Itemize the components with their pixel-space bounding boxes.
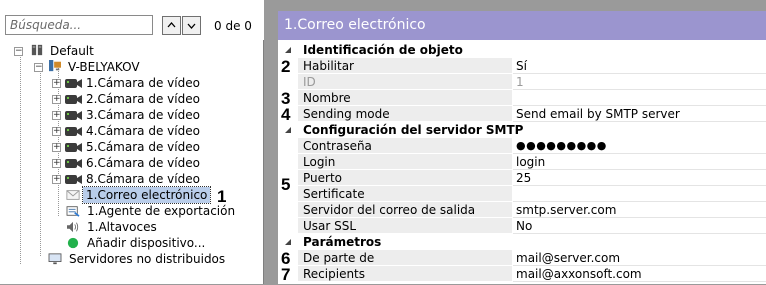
expand-toggle[interactable]: + <box>52 95 61 104</box>
computer-icon <box>49 60 61 72</box>
group-label: Parámetros <box>298 234 766 250</box>
tree-label: 6.Cámara de vídeo <box>86 156 200 170</box>
property-name: Puerto <box>298 170 512 186</box>
group-parameters[interactable]: Parámetros <box>278 234 766 250</box>
collapse-toggle[interactable]: − <box>34 63 43 72</box>
property-name: Habilitar <box>298 58 512 74</box>
property-row-port[interactable]: Puerto 25 <box>278 170 766 186</box>
callout-marker-7: 7 <box>281 265 291 284</box>
camera-icon <box>65 111 82 120</box>
property-name: Usar SSL <box>298 218 512 234</box>
property-name: De parte de <box>298 250 512 266</box>
search-input[interactable] <box>5 15 153 35</box>
export-agent-icon <box>66 206 80 217</box>
property-value[interactable]: Send email by SMTP server <box>513 106 766 122</box>
tree-label: V-BELYAKOV <box>68 60 140 74</box>
property-value[interactable]: mail@server.com <box>513 250 766 266</box>
group-smtp[interactable]: Configuración del servidor SMTP <box>278 122 766 138</box>
group-label: Identificación de objeto <box>298 42 766 58</box>
property-name: ID <box>298 74 512 90</box>
tree-label: 1.Altavoces <box>87 220 157 234</box>
property-value[interactable]: smtp.server.com <box>513 202 766 218</box>
next-result-button[interactable] <box>182 16 201 35</box>
property-value[interactable] <box>513 90 766 106</box>
camera-icon <box>65 127 82 136</box>
collapse-triangle-icon[interactable] <box>285 239 291 245</box>
server-group-icon <box>31 44 43 56</box>
property-row-sending-mode[interactable]: 4 Sending mode Send email by SMTP server <box>278 105 766 124</box>
add-device-icon <box>67 237 79 249</box>
previous-result-button[interactable] <box>162 16 181 35</box>
property-value[interactable]: mail@axxonsoft.com <box>513 266 766 282</box>
property-row-name[interactable]: 3 Nombre <box>278 89 766 108</box>
property-value[interactable]: Sí <box>513 58 766 74</box>
speaker-icon <box>67 221 79 233</box>
property-row-enable[interactable]: 2 Habilitar Sí <box>278 57 766 76</box>
panel-title: 1.Correo electrónico <box>278 11 766 40</box>
property-name: Recipients <box>298 266 512 282</box>
group-identification[interactable]: Identificación de objeto <box>278 42 766 58</box>
property-value: 1 <box>513 74 766 90</box>
property-row-recipients[interactable]: 7 Recipients mail@axxonsoft.com <box>278 265 766 284</box>
expand-toggle[interactable]: + <box>52 159 61 168</box>
expand-toggle[interactable]: + <box>52 127 61 136</box>
property-value[interactable]: ●●●●●●●●● <box>513 138 766 154</box>
tree-label: Servidores no distribuidos <box>69 252 226 266</box>
property-name: Login <box>298 154 512 170</box>
chevron-up-icon <box>167 22 176 28</box>
tree-label: 4.Cámara de vídeo <box>86 124 200 138</box>
property-row-ssl[interactable]: Usar SSL No <box>278 218 766 234</box>
property-row-certificate[interactable]: Sertificate <box>278 186 766 202</box>
tree-label: 1.Correo electrónico <box>81 186 212 204</box>
chevron-down-icon <box>187 23 196 29</box>
property-name: Sertificate <box>298 186 512 202</box>
property-value[interactable]: login <box>513 154 766 170</box>
expand-toggle[interactable]: + <box>52 79 61 88</box>
expand-toggle[interactable]: + <box>52 175 61 184</box>
tree-label: Default <box>50 44 94 58</box>
collapse-triangle-icon[interactable] <box>285 127 291 133</box>
camera-icon <box>65 159 82 168</box>
tree-label: 5.Cámara de vídeo <box>86 140 200 154</box>
property-row-outgoing-server[interactable]: Servidor del correo de salida smtp.serve… <box>278 202 766 218</box>
property-row-password[interactable]: Contraseña ●●●●●●●●● <box>278 138 766 154</box>
property-name: Servidor del correo de salida <box>298 202 512 218</box>
collapse-triangle-icon[interactable] <box>285 47 291 53</box>
camera-icon <box>65 143 82 152</box>
property-value[interactable]: No <box>513 218 766 234</box>
property-value[interactable]: 25 <box>513 170 766 186</box>
collapse-toggle[interactable]: − <box>14 47 23 56</box>
properties-panel: 1.Correo electrónico Identificación de o… <box>278 11 766 284</box>
expand-toggle[interactable]: + <box>52 111 61 120</box>
camera-icon <box>65 79 82 88</box>
search-toolbar: 0 de 0 <box>0 0 264 40</box>
property-name: Sending mode <box>298 106 512 122</box>
envelope-icon <box>66 190 80 200</box>
tree-label: 1.Cámara de vídeo <box>86 76 200 90</box>
property-row-from[interactable]: 6 De parte de mail@server.com <box>278 249 766 268</box>
tree-label: 2.Cámara de vídeo <box>86 92 200 106</box>
search-result-counter: 0 de 0 <box>214 19 252 33</box>
device-tree-panel: 0 de 0 − Default − V-BELYAKOV + <box>0 0 264 284</box>
property-name: Contraseña <box>298 138 512 154</box>
monitor-icon <box>48 253 62 265</box>
expand-toggle[interactable]: + <box>52 143 61 152</box>
tree-label: 8.Cámara de vídeo <box>86 172 200 186</box>
group-label: Configuración del servidor SMTP <box>298 122 766 138</box>
property-value[interactable] <box>513 186 766 202</box>
tree-label: Añadir dispositivo... <box>87 236 206 250</box>
property-row-login[interactable]: Login login <box>278 154 766 170</box>
property-row-id: ID 1 <box>278 74 766 90</box>
property-name: Nombre <box>298 90 512 106</box>
camera-icon <box>65 175 82 184</box>
camera-icon <box>65 95 82 104</box>
tree-label: 3.Cámara de vídeo <box>86 108 200 122</box>
tree-label: 1.Agente de exportación <box>87 204 236 218</box>
